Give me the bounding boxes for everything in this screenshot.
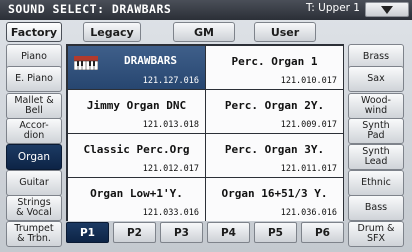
sound-cell-5[interactable]: Classic Perc.Org 121.012.017 xyxy=(68,134,205,177)
sound-code: 121.036.016 xyxy=(280,208,337,218)
sound-name: Organ 16+51/3 Y. xyxy=(221,187,328,200)
category-woodwind[interactable]: Wood- wind xyxy=(348,93,404,119)
page-title: SOUND SELECT: DRAWBARS xyxy=(8,2,172,16)
sound-code: 121.127.016 xyxy=(142,76,199,86)
triangle-down-icon xyxy=(381,6,393,14)
category-guitar[interactable]: Guitar xyxy=(6,170,62,196)
sound-grid: DRAWBARS 121.127.016 Perc. Organ 1 121.0… xyxy=(66,44,344,221)
sound-cell-4[interactable]: Perc. Organ 2Y. 121.009.017 xyxy=(206,90,343,133)
category-e-piano[interactable]: E. Piano xyxy=(6,66,62,92)
sound-name: Jimmy Organ DNC xyxy=(86,99,187,112)
sound-name: Organ Low+1'Y. xyxy=(90,187,183,200)
sound-name: Perc. Organ 1 xyxy=(231,55,318,68)
tab-gm[interactable]: GM xyxy=(173,22,235,42)
category-synth-pad[interactable]: Synth Pad xyxy=(348,118,404,144)
category-bass[interactable]: Bass xyxy=(348,195,404,221)
sound-name: Perc. Organ 3Y. xyxy=(224,143,325,156)
sound-cell-1[interactable]: DRAWBARS 121.127.016 xyxy=(68,46,205,89)
organ-keyboard-icon xyxy=(74,56,98,70)
page-tab-p2[interactable]: P2 xyxy=(113,222,156,243)
category-organ[interactable]: Organ xyxy=(6,144,62,170)
sound-select-screen: SOUND SELECT: DRAWBARS T: Upper 1 Factor… xyxy=(0,0,412,252)
tab-factory[interactable]: Factory xyxy=(6,22,62,42)
page-tab-p4[interactable]: P4 xyxy=(207,222,250,243)
category-trumpet-trombone[interactable]: Trumpet & Trbn. xyxy=(6,221,62,247)
category-synth-lead[interactable]: Synth Lead xyxy=(348,144,404,170)
sound-name: Perc. Organ 2Y. xyxy=(224,99,325,112)
page-tab-p6[interactable]: P6 xyxy=(301,222,344,243)
sound-code: 121.033.016 xyxy=(142,208,199,218)
page-tab-p5[interactable]: P5 xyxy=(254,222,297,243)
sound-code: 121.009.017 xyxy=(280,120,337,130)
sound-cell-8[interactable]: Organ 16+51/3 Y. 121.036.016 xyxy=(206,178,343,221)
category-accordion[interactable]: Accor- dion xyxy=(6,118,62,144)
category-drum-sfx[interactable]: Drum & SFX xyxy=(348,221,404,247)
page-tab-p3[interactable]: P3 xyxy=(160,222,203,243)
page-tab-p1[interactable]: P1 xyxy=(66,222,109,243)
sound-code: 121.013.018 xyxy=(142,120,199,130)
category-strings-vocal[interactable]: Strings & Vocal xyxy=(6,195,62,221)
header-bar: SOUND SELECT: DRAWBARS T: Upper 1 xyxy=(0,0,412,20)
sound-code: 121.012.017 xyxy=(142,164,199,174)
category-mallet-bell[interactable]: Mallet & Bell xyxy=(6,93,62,119)
sound-name: DRAWBARS xyxy=(124,54,177,67)
track-label: T: Upper 1 xyxy=(306,2,360,14)
sound-cell-3[interactable]: Jimmy Organ DNC 121.013.018 xyxy=(68,90,205,133)
category-sax[interactable]: Sax xyxy=(348,66,404,92)
sound-cell-7[interactable]: Organ Low+1'Y. 121.033.016 xyxy=(68,178,205,221)
sound-cell-2[interactable]: Perc. Organ 1 121.010.017 xyxy=(206,46,343,89)
category-ethnic[interactable]: Ethnic xyxy=(348,170,404,196)
sound-code: 121.010.017 xyxy=(280,76,337,86)
sound-name: Classic Perc.Org xyxy=(83,143,190,156)
sound-code: 121.011.017 xyxy=(280,164,337,174)
page-menu-button[interactable] xyxy=(365,2,409,17)
tab-user[interactable]: User xyxy=(254,22,316,42)
tab-legacy[interactable]: Legacy xyxy=(83,22,141,42)
sound-cell-6[interactable]: Perc. Organ 3Y. 121.011.017 xyxy=(206,134,343,177)
